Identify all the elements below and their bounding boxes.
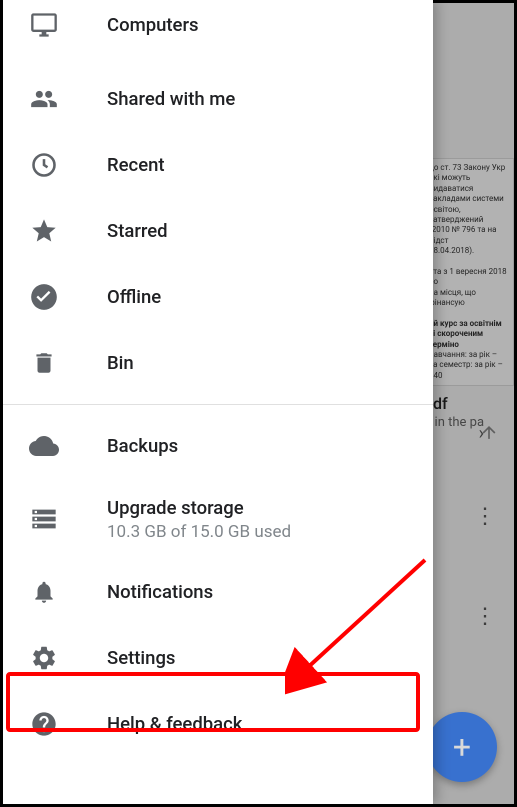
sidebar-item-label: Notifications (107, 581, 213, 603)
storage-usage-label: 10.3 GB of 15.0 GB used (107, 522, 291, 542)
file-extension-label: pdf (424, 394, 514, 413)
sidebar-item-label: Help & feedback (107, 713, 242, 735)
sidebar-item-computers[interactable]: Computers (3, 0, 433, 50)
sidebar-item-starred[interactable]: Starred (3, 198, 433, 264)
sidebar-item-shared[interactable]: Shared with me (3, 66, 433, 132)
monitor-icon (29, 10, 59, 40)
more-vert-icon[interactable]: ⋮ (474, 613, 496, 622)
divider (3, 404, 433, 405)
navigation-drawer: Computers Shared with me Recent Starred … (3, 0, 433, 804)
sidebar-item-settings[interactable]: Settings (3, 625, 433, 691)
sidebar-item-label: Recent (107, 154, 165, 176)
sidebar-item-label: Starred (107, 220, 168, 242)
sidebar-item-help[interactable]: Help & feedback (3, 691, 433, 757)
plus-icon: + (453, 728, 471, 766)
sidebar-item-label: Backups (107, 435, 178, 457)
document-thumbnail: до ст. 73 Закону Укрякі можуть видаватис… (424, 158, 514, 386)
offline-icon (29, 282, 59, 312)
sidebar-item-recent[interactable]: Recent (3, 132, 433, 198)
sidebar-item-label: Offline (107, 286, 161, 308)
sidebar-item-label: Computers (107, 14, 199, 36)
sidebar-item-bin[interactable]: Bin (3, 330, 433, 396)
storage-icon (29, 504, 59, 534)
arrow-up-icon (479, 423, 499, 448)
cloud-icon (29, 431, 59, 461)
star-icon (29, 216, 59, 246)
sidebar-item-notifications[interactable]: Notifications (3, 559, 433, 625)
bell-icon (29, 577, 59, 607)
fab-add-button[interactable]: + (427, 712, 497, 782)
gear-icon (29, 643, 59, 673)
sidebar-item-label: Bin (107, 352, 134, 374)
sidebar-item-label: Settings (107, 647, 175, 669)
sidebar-item-label: Shared with me (107, 88, 235, 110)
sidebar-item-upgrade-storage[interactable]: Upgrade storage 10.3 GB of 15.0 GB used (3, 479, 433, 559)
sidebar-item-label: Upgrade storage (107, 497, 291, 519)
sidebar-item-backups[interactable]: Backups (3, 413, 433, 479)
trash-icon (29, 348, 59, 378)
file-subtitle: d in the pa (424, 415, 514, 430)
help-icon (29, 709, 59, 739)
clock-icon (29, 150, 59, 180)
sidebar-item-offline[interactable]: Offline (3, 264, 433, 330)
more-vert-icon[interactable]: ⋮ (474, 513, 496, 522)
people-icon (29, 84, 59, 114)
